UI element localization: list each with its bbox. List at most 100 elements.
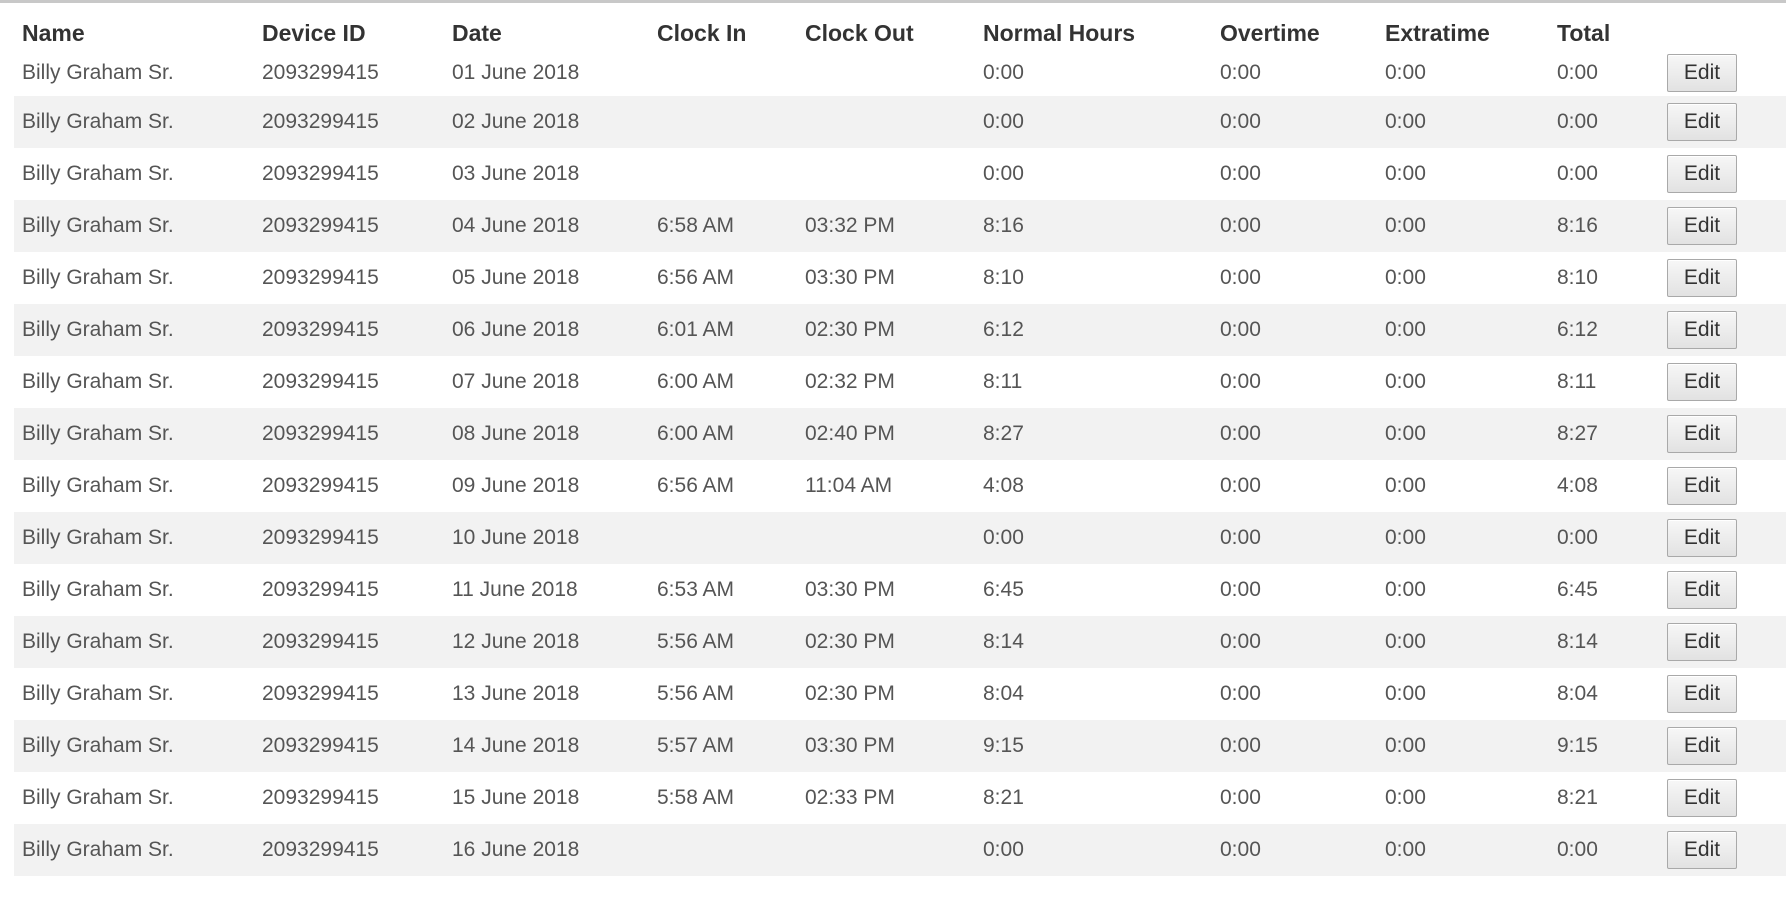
- cell-overtime: 0:00: [1220, 61, 1261, 84]
- edit-button[interactable]: Edit: [1667, 571, 1737, 609]
- cell-actions: Edit: [1667, 512, 1786, 564]
- cell-total: 6:45: [1557, 578, 1598, 601]
- cell-clock-in: 6:53 AM: [657, 578, 735, 601]
- column-header-date[interactable]: Date: [444, 16, 649, 50]
- cell-name: Billy Graham Sr.: [14, 616, 254, 668]
- cell-device-id: 2093299415: [262, 266, 379, 289]
- edit-button[interactable]: Edit: [1667, 519, 1737, 557]
- cell-device-id: 2093299415: [254, 616, 444, 668]
- cell-actions: Edit: [1667, 408, 1786, 460]
- cell-normal-hours: 8:16: [975, 200, 1212, 252]
- edit-button[interactable]: Edit: [1667, 207, 1737, 245]
- table-row: Billy Graham Sr. 2093299415 12 June 2018 5:…: [14, 616, 1786, 668]
- cell-overtime: 0:00: [1220, 266, 1261, 289]
- cell-device-id: 2093299415: [262, 786, 379, 809]
- cell-date: 15 June 2018: [452, 786, 580, 809]
- cell-date: 12 June 2018: [444, 616, 649, 668]
- column-header-name[interactable]: Name: [14, 16, 254, 50]
- cell-normal-hours: 8:14: [975, 616, 1212, 668]
- table-row: Billy Graham Sr. 2093299415 04 June 2018 6:…: [14, 200, 1786, 252]
- cell-total: 9:15: [1549, 720, 1667, 772]
- cell-normal-hours: 9:15: [975, 720, 1212, 772]
- cell-clock-in: 6:56 AM: [657, 474, 735, 497]
- cell-overtime: 0:00: [1212, 512, 1377, 564]
- edit-button[interactable]: Edit: [1667, 103, 1737, 141]
- cell-date: 05 June 2018: [452, 266, 580, 289]
- cell-total: 8:10: [1557, 266, 1598, 289]
- cell-extratime: 0:00: [1385, 266, 1426, 289]
- cell-normal-hours: 8:04: [983, 682, 1024, 705]
- cell-clock-in: 6:56 AM: [657, 266, 735, 289]
- cell-clock-in: 6:58 AM: [649, 200, 797, 252]
- edit-button[interactable]: Edit: [1667, 54, 1737, 92]
- cell-clock-in: [649, 824, 797, 876]
- cell-clock-in: 5:56 AM: [657, 682, 735, 705]
- cell-extratime: 0:00: [1377, 824, 1549, 876]
- cell-clock-out: [797, 148, 975, 200]
- cell-actions: Edit: [1667, 772, 1786, 824]
- cell-overtime: 0:00: [1220, 162, 1261, 185]
- column-header-overtime[interactable]: Overtime: [1212, 16, 1377, 50]
- cell-clock-in: [649, 96, 797, 148]
- cell-actions: Edit: [1667, 460, 1786, 512]
- edit-button[interactable]: Edit: [1667, 727, 1737, 765]
- cell-device-id: 2093299415: [262, 578, 379, 601]
- edit-button[interactable]: Edit: [1667, 311, 1737, 349]
- edit-button[interactable]: Edit: [1667, 363, 1737, 401]
- column-header-clock-out[interactable]: Clock Out: [797, 16, 975, 50]
- cell-total: 0:00: [1549, 512, 1667, 564]
- cell-name: Billy Graham Sr.: [22, 266, 174, 289]
- cell-device-id: 2093299415: [254, 200, 444, 252]
- cell-overtime: 0:00: [1212, 720, 1377, 772]
- edit-button[interactable]: Edit: [1667, 155, 1737, 193]
- cell-name: Billy Graham Sr.: [22, 370, 174, 393]
- cell-extratime: 0:00: [1377, 720, 1549, 772]
- cell-extratime: 0:00: [1377, 96, 1549, 148]
- edit-button[interactable]: Edit: [1667, 675, 1737, 713]
- cell-actions: Edit: [1667, 564, 1786, 616]
- cell-device-id: 2093299415: [262, 370, 379, 393]
- cell-name: Billy Graham Sr.: [14, 512, 254, 564]
- cell-overtime: 0:00: [1220, 682, 1261, 705]
- edit-button[interactable]: Edit: [1667, 467, 1737, 505]
- column-header-actions: [1667, 16, 1786, 50]
- cell-total: 6:12: [1549, 304, 1667, 356]
- cell-actions: Edit: [1667, 668, 1786, 720]
- edit-button[interactable]: Edit: [1667, 779, 1737, 817]
- timesheet-table: Name Device ID Date Clock In Clock Out N…: [14, 16, 1786, 876]
- cell-device-id: 2093299415: [254, 824, 444, 876]
- table-row: Billy Graham Sr. 2093299415 06 June 2018 6:…: [14, 304, 1786, 356]
- edit-button[interactable]: Edit: [1667, 623, 1737, 661]
- cell-overtime: 0:00: [1212, 408, 1377, 460]
- column-header-total[interactable]: Total: [1549, 16, 1667, 50]
- edit-button[interactable]: Edit: [1667, 415, 1737, 453]
- column-header-normal-hours[interactable]: Normal Hours: [975, 16, 1212, 50]
- cell-name: Billy Graham Sr.: [22, 474, 174, 497]
- cell-date: 01 June 2018: [452, 61, 580, 84]
- edit-button[interactable]: Edit: [1667, 259, 1737, 297]
- cell-clock-out: 02:30 PM: [797, 616, 975, 668]
- cell-normal-hours: 0:00: [975, 824, 1212, 876]
- cell-name: Billy Graham Sr.: [22, 578, 174, 601]
- table-row: Billy Graham Sr. 2093299415 08 June 2018 6:…: [14, 408, 1786, 460]
- cell-date: 08 June 2018: [444, 408, 649, 460]
- cell-clock-in: [649, 512, 797, 564]
- cell-date: 09 June 2018: [452, 474, 580, 497]
- column-header-extratime[interactable]: Extratime: [1377, 16, 1549, 50]
- cell-overtime: 0:00: [1220, 786, 1261, 809]
- edit-button[interactable]: Edit: [1667, 831, 1737, 869]
- table-row: Billy Graham Sr. 2093299415 09 June 2018 6:…: [14, 460, 1786, 512]
- cell-device-id: 2093299415: [254, 96, 444, 148]
- cell-name: Billy Graham Sr.: [14, 720, 254, 772]
- cell-device-id: 2093299415: [254, 408, 444, 460]
- cell-normal-hours: 4:08: [983, 474, 1024, 497]
- cell-total: 0:00: [1549, 824, 1667, 876]
- cell-total: 4:08: [1557, 474, 1598, 497]
- cell-clock-in: [649, 148, 797, 200]
- column-header-device-id[interactable]: Device ID: [254, 16, 444, 50]
- cell-date: 10 June 2018: [444, 512, 649, 564]
- cell-actions: Edit: [1667, 50, 1786, 96]
- cell-date: 16 June 2018: [444, 824, 649, 876]
- cell-actions: Edit: [1667, 616, 1786, 668]
- column-header-clock-in[interactable]: Clock In: [649, 16, 797, 50]
